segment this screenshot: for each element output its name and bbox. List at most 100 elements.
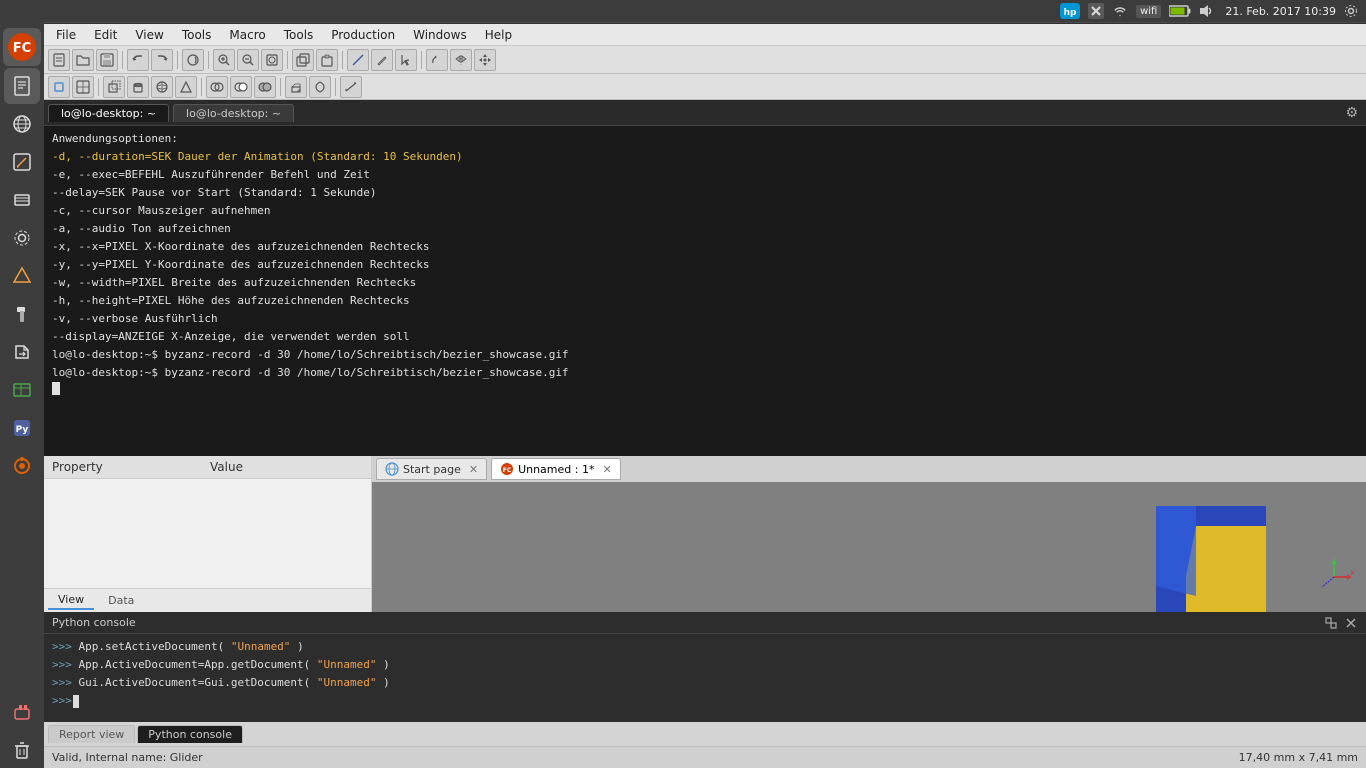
paste-btn[interactable] xyxy=(316,49,338,71)
svg-text:hp: hp xyxy=(1064,8,1077,18)
extrude-btn[interactable] xyxy=(285,76,307,98)
freecad-tab-icon: FC xyxy=(500,462,514,476)
python-console-header: Python console xyxy=(44,612,1366,634)
doc-tab-start-close[interactable]: ✕ xyxy=(469,463,478,476)
py-prompt-3: >>> xyxy=(52,676,79,689)
terminal-tab-2[interactable]: lo@lo-desktop: ~ xyxy=(173,104,294,122)
cylinder-btn[interactable] xyxy=(127,76,149,98)
layers-icon[interactable] xyxy=(4,182,40,218)
bottom-panel-tabs: Report view Python console xyxy=(44,722,1366,746)
copy-btn[interactable] xyxy=(292,49,314,71)
toolbar-sep-1 xyxy=(122,51,123,69)
python-console-tab[interactable]: Python console xyxy=(137,725,243,743)
measure-btn[interactable] xyxy=(340,76,362,98)
datetime: 21. Feb. 2017 10:39 xyxy=(1225,5,1336,18)
undo-btn[interactable] xyxy=(127,49,149,71)
menu-file[interactable]: File xyxy=(48,26,84,44)
pen-btn[interactable] xyxy=(371,49,393,71)
redo-btn[interactable] xyxy=(151,49,173,71)
blender-icon[interactable] xyxy=(4,448,40,484)
pencil-icon[interactable] xyxy=(4,144,40,180)
menu-production[interactable]: Production xyxy=(323,26,403,44)
py-code-2: App.ActiveDocument=App.getDocument( xyxy=(79,658,311,671)
open-btn[interactable] xyxy=(72,49,94,71)
sphere-btn[interactable] xyxy=(151,76,173,98)
menu-view[interactable]: View xyxy=(127,26,171,44)
py-line-1: >>> App.setActiveDocument( "Unnamed" ) xyxy=(52,638,1358,656)
new-btn[interactable] xyxy=(48,49,70,71)
terminal-cursor xyxy=(52,382,60,395)
freecad-logo-icon[interactable]: FC xyxy=(3,28,41,66)
shape-3d-icon[interactable] xyxy=(4,258,40,294)
py-suffix-3: ) xyxy=(383,676,390,689)
trash-icon[interactable] xyxy=(4,732,40,768)
terminal-settings-icon[interactable]: ⚙ xyxy=(1345,105,1358,121)
term-line-8: -y, --y=PIXEL Y-Koordinate des aufzuzeic… xyxy=(52,256,1358,274)
std-view-btn[interactable] xyxy=(72,76,94,98)
new-doc-icon[interactable] xyxy=(4,68,40,104)
toolbar-sep-5 xyxy=(342,51,343,69)
menu-windows[interactable]: Windows xyxy=(405,26,475,44)
system-settings-icon[interactable] xyxy=(1344,4,1358,18)
revolve-btn[interactable] xyxy=(309,76,331,98)
menubar: File Edit View Tools Macro Tools Product… xyxy=(44,24,1366,46)
sound-icon xyxy=(1199,4,1213,18)
report-view-tab[interactable]: Report view xyxy=(48,725,135,743)
3d-shape xyxy=(1136,496,1286,612)
draw-btn[interactable] xyxy=(347,49,369,71)
zoom-in-btn[interactable] xyxy=(213,49,235,71)
fit-all-btn[interactable] xyxy=(261,49,283,71)
boolean-btn[interactable] xyxy=(206,76,228,98)
terminal-tab-1[interactable]: lo@lo-desktop: ~ xyxy=(48,104,169,122)
term-line-12: --display=ANZEIGE X-Anzeige, die verwend… xyxy=(52,328,1358,346)
viewport-3d[interactable]: Start page ✕ FC Unnamed : 1* ✕ xyxy=(372,456,1366,612)
toolbar-sep-2 xyxy=(177,51,178,69)
toolbar-sep-10 xyxy=(335,78,336,96)
toolbar-sep-6 xyxy=(421,51,422,69)
gear-icon[interactable] xyxy=(4,220,40,256)
menu-edit[interactable]: Edit xyxy=(86,26,125,44)
doc-tab-unnamed[interactable]: FC Unnamed : 1* ✕ xyxy=(491,458,621,480)
expand-icon[interactable] xyxy=(1324,616,1338,630)
menu-help[interactable]: Help xyxy=(477,26,520,44)
term-line-9: -w, --width=PIXEL Breite des aufzuzeichn… xyxy=(52,274,1358,292)
globe-browser-icon[interactable] xyxy=(4,106,40,142)
select-btn[interactable] xyxy=(395,49,417,71)
python-logo-icon[interactable]: Py xyxy=(4,410,40,446)
rotate-btn[interactable] xyxy=(426,49,448,71)
save-btn[interactable] xyxy=(96,49,118,71)
fit-sel-btn[interactable] xyxy=(48,76,70,98)
box-btn[interactable] xyxy=(103,76,125,98)
zoom-out-btn[interactable] xyxy=(237,49,259,71)
python-console-title: Python console xyxy=(52,616,136,629)
terminal-tabs: lo@lo-desktop: ~ lo@lo-desktop: ~ ⚙ xyxy=(44,100,1366,126)
term-cursor-line[interactable] xyxy=(52,382,1358,401)
fuse-btn[interactable] xyxy=(254,76,276,98)
cone-btn[interactable] xyxy=(175,76,197,98)
refresh-btn[interactable] xyxy=(182,49,204,71)
menu-tools2[interactable]: Tools xyxy=(276,26,322,44)
main-area: FreeCAD File Edit View Tools Macro Tools… xyxy=(44,0,1366,768)
cut-btn[interactable] xyxy=(230,76,252,98)
py-prompt-2: >>> xyxy=(52,658,79,671)
py-prompt-input: >>> xyxy=(52,692,72,710)
doc-tab-start[interactable]: Start page ✕ xyxy=(376,458,487,480)
move-btn[interactable] xyxy=(474,49,496,71)
export-icon[interactable] xyxy=(4,334,40,370)
view-tab[interactable]: View xyxy=(48,591,94,610)
data-tab[interactable]: Data xyxy=(98,592,144,609)
menu-macro[interactable]: Macro xyxy=(221,26,273,44)
properties-panel: Property Value View Data xyxy=(44,456,372,612)
hammer-icon[interactable] xyxy=(4,296,40,332)
py-input-line[interactable]: >>> xyxy=(52,692,1358,710)
doc-tab-unnamed-close[interactable]: ✕ xyxy=(602,463,611,476)
doc-tab-unnamed-label: Unnamed : 1* xyxy=(518,463,594,476)
python-console-content[interactable]: >>> App.setActiveDocument( "Unnamed" ) >… xyxy=(44,634,1366,722)
table-icon[interactable] xyxy=(4,372,40,408)
plugin-icon[interactable] xyxy=(4,694,40,730)
python-close-icon[interactable] xyxy=(1344,616,1358,630)
system-bar: hp wifi 21. Feb. 2017 10:39 xyxy=(0,0,1366,22)
menu-tools[interactable]: Tools xyxy=(174,26,220,44)
mirror-btn[interactable] xyxy=(450,49,472,71)
svg-text:y: y xyxy=(1332,557,1337,559)
